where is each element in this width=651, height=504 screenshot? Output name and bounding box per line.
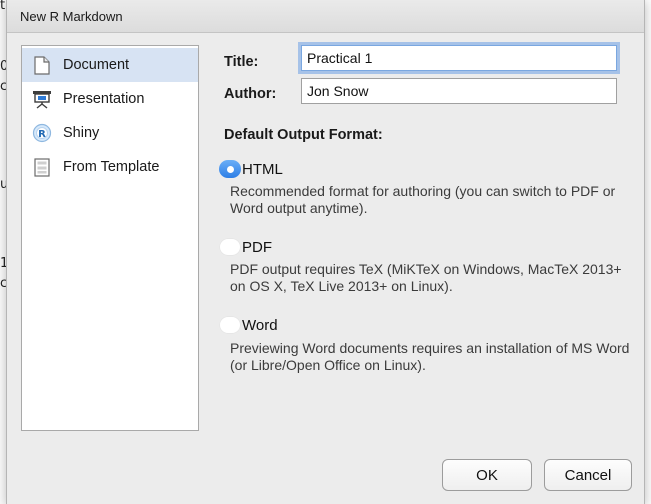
radio-pdf[interactable]: PDF xyxy=(219,236,272,258)
sidebar-item-presentation[interactable]: Presentation xyxy=(22,82,198,116)
title-field[interactable] xyxy=(301,45,617,71)
title-label: Title: xyxy=(224,54,259,70)
document-icon xyxy=(32,55,52,75)
radio-button-html[interactable] xyxy=(219,160,241,178)
author-field[interactable] xyxy=(301,78,617,104)
template-icon xyxy=(32,157,52,177)
background-text-fragment: t xyxy=(0,0,6,13)
radio-button-pdf[interactable] xyxy=(219,238,241,256)
presentation-icon xyxy=(32,89,52,109)
svg-text:R: R xyxy=(38,129,46,140)
radio-word[interactable]: Word xyxy=(219,314,278,336)
sidebar-item-shiny[interactable]: R Shiny xyxy=(22,116,198,150)
sidebar-item-label: Shiny xyxy=(63,125,100,141)
cancel-button[interactable]: Cancel xyxy=(544,459,632,491)
radio-label-word[interactable]: Word xyxy=(242,317,278,334)
dialog-titlebar[interactable]: New R Markdown xyxy=(7,0,644,33)
sidebar-item-label: Document xyxy=(63,57,130,73)
word-description: Previewing Word documents requires an in… xyxy=(230,340,630,373)
radio-html[interactable]: HTML xyxy=(219,158,283,180)
shiny-r-icon: R xyxy=(32,123,52,143)
template-type-list: Document Presentation R Shiny From Templ… xyxy=(21,45,199,431)
pdf-description: PDF output requires TeX (MiKTeX on Windo… xyxy=(230,261,622,294)
radio-label-pdf[interactable]: PDF xyxy=(242,239,272,256)
new-r-markdown-dialog: New R Markdown Document Presentation R S… xyxy=(6,0,645,504)
author-label: Author: xyxy=(224,86,277,102)
sidebar-item-from-template[interactable]: From Template xyxy=(22,150,198,184)
html-description: Recommended format for authoring (you ca… xyxy=(230,183,616,216)
sidebar-item-label: From Template xyxy=(63,159,160,175)
sidebar-item-document[interactable]: Document xyxy=(22,48,198,82)
output-format-heading: Default Output Format: xyxy=(224,127,383,143)
dialog-title: New R Markdown xyxy=(20,9,123,24)
sidebar-item-label: Presentation xyxy=(63,91,145,107)
radio-button-word[interactable] xyxy=(219,316,241,334)
ok-button[interactable]: OK xyxy=(442,459,532,491)
radio-label-html[interactable]: HTML xyxy=(242,161,283,178)
